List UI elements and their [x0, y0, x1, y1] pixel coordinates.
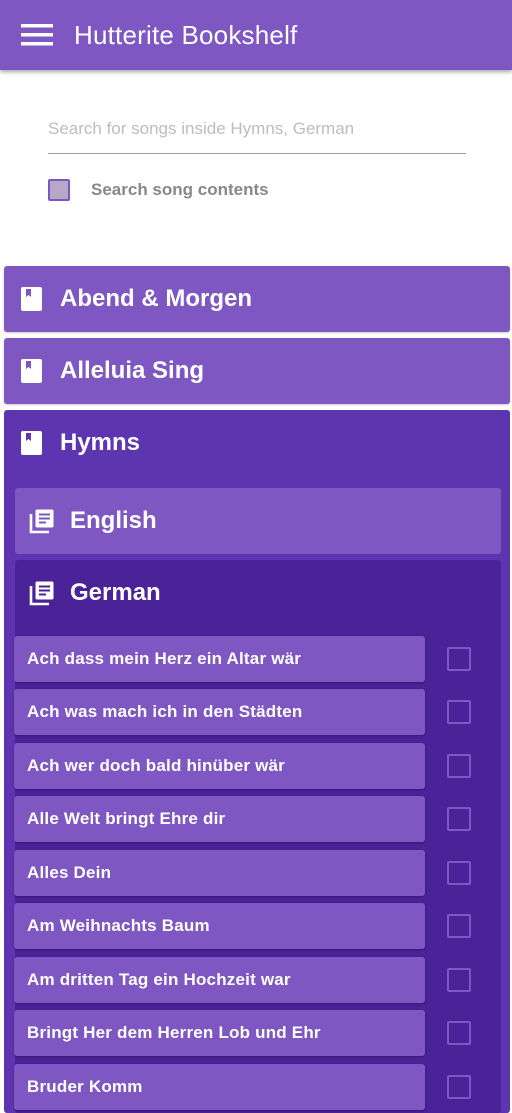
- song-title: Ach was mach ich in den Städten: [27, 702, 303, 721]
- song-button[interactable]: Bruder Komm: [14, 1064, 425, 1110]
- book-alleluia-sing[interactable]: Alleluia Sing: [4, 338, 510, 404]
- song-title: Am Weihnachts Baum: [27, 916, 210, 935]
- song-button[interactable]: Am dritten Tag ein Hochzeit war: [14, 957, 425, 1003]
- song-button[interactable]: Ach was mach ich in den Städten: [14, 689, 425, 735]
- song-title: Alles Dein: [27, 863, 112, 882]
- book-abend-morgen[interactable]: Abend & Morgen: [4, 266, 510, 332]
- library-books-icon: [29, 580, 55, 606]
- book-icon: [21, 287, 42, 311]
- search-input[interactable]: [48, 104, 466, 154]
- song-button[interactable]: Am Weihnachts Baum: [14, 903, 425, 949]
- song-button[interactable]: Alles Dein: [14, 850, 425, 896]
- search-contents-label: Search song contents: [91, 180, 269, 199]
- song-checkbox[interactable]: [447, 914, 471, 938]
- book-hymns[interactable]: Hymns: [4, 410, 510, 476]
- list-item: Ach wer doch bald hinüber wär: [14, 743, 498, 789]
- song-checkbox[interactable]: [447, 1021, 471, 1045]
- song-checkbox[interactable]: [447, 647, 471, 671]
- book-icon: [21, 359, 42, 383]
- song-checkbox[interactable]: [447, 807, 471, 831]
- book-icon: [21, 431, 42, 455]
- song-checkbox[interactable]: [447, 754, 471, 778]
- song-title: Bringt Her dem Herren Lob und Ehr: [27, 1023, 321, 1042]
- song-checkbox[interactable]: [447, 861, 471, 885]
- search-contents-option: Search song contents: [48, 179, 269, 201]
- menu-button[interactable]: [0, 0, 74, 70]
- song-checkbox[interactable]: [447, 968, 471, 992]
- section-english[interactable]: English: [15, 488, 501, 554]
- list-item: Am dritten Tag ein Hochzeit war: [14, 957, 498, 1003]
- song-button[interactable]: Bringt Her dem Herren Lob und Ehr: [14, 1010, 425, 1056]
- menu-icon: [21, 24, 53, 46]
- list-item: Ach was mach ich in den Städten: [14, 689, 498, 735]
- list-item: Alles Dein: [14, 850, 498, 896]
- list-item: Am Weihnachts Baum: [14, 903, 498, 949]
- song-checkbox[interactable]: [447, 700, 471, 724]
- app-bar: Hutterite Bookshelf: [0, 0, 512, 70]
- library-books-icon: [29, 508, 55, 534]
- song-title: Ach wer doch bald hinüber wär: [27, 756, 286, 775]
- list-item: Bruder Komm: [14, 1064, 498, 1110]
- list-item: Alle Welt bringt Ehre dir: [14, 796, 498, 842]
- song-title: Am dritten Tag ein Hochzeit war: [27, 970, 291, 989]
- book-label: Hymns: [60, 429, 141, 456]
- list-item: Ach dass mein Herz ein Altar wär: [14, 636, 498, 682]
- song-button[interactable]: Ach wer doch bald hinüber wär: [14, 743, 425, 789]
- search-field: [48, 104, 466, 154]
- app-title: Hutterite Bookshelf: [74, 19, 298, 50]
- search-contents-checkbox[interactable]: [48, 179, 70, 201]
- section-label: German: [70, 579, 161, 606]
- song-button[interactable]: Ach dass mein Herz ein Altar wär: [14, 636, 425, 682]
- book-label: Alleluia Sing: [60, 357, 205, 384]
- song-button[interactable]: Alle Welt bringt Ehre dir: [14, 796, 425, 842]
- song-title: Ach dass mein Herz ein Altar wär: [27, 649, 302, 668]
- section-label: English: [70, 507, 157, 534]
- song-title: Bruder Komm: [27, 1077, 143, 1096]
- song-title: Alle Welt bringt Ehre dir: [27, 809, 226, 828]
- book-label: Abend & Morgen: [60, 285, 252, 312]
- section-german-header[interactable]: German: [15, 560, 501, 626]
- list-item: Bringt Her dem Herren Lob und Ehr: [14, 1010, 498, 1056]
- song-checkbox[interactable]: [447, 1075, 471, 1099]
